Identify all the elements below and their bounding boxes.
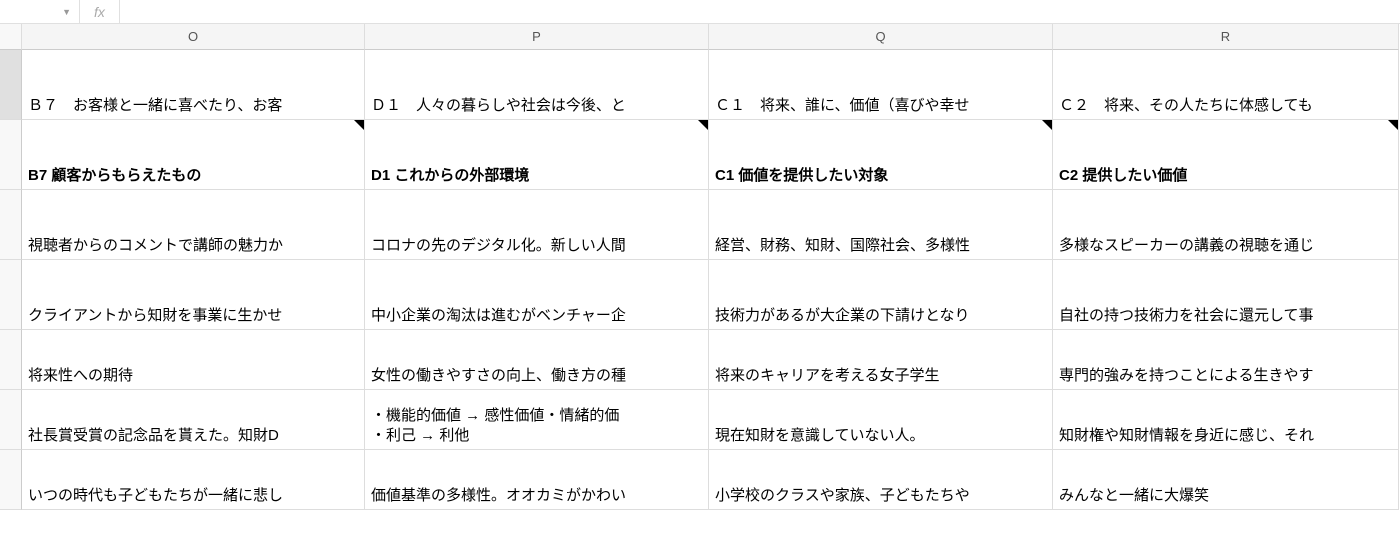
- cell[interactable]: クライアントから知財を事業に生かせ: [22, 260, 365, 330]
- cell[interactable]: 将来性への期待: [22, 330, 365, 390]
- cell-text: D1 これからの外部環境: [371, 164, 529, 185]
- cell-text: Ｃ２ 将来、その人たちに体感しても: [1059, 94, 1313, 115]
- cell[interactable]: 現在知財を意識していない人。: [709, 390, 1053, 450]
- cell-text: 女性の働きやすさの向上、働き方の種: [371, 364, 626, 385]
- cell[interactable]: 専門的強みを持つことによる生きやす: [1053, 330, 1399, 390]
- row-header[interactable]: [0, 330, 22, 390]
- cell-text: 技術力があるが大企業の下請けとなり: [715, 304, 970, 325]
- cell-text: 現在知財を意識していない人。: [715, 424, 925, 445]
- cell-text: 中小企業の淘汰は進むがベンチャー企: [371, 304, 626, 325]
- spreadsheet-grid[interactable]: O P Q R Ｂ７ お客様と一緒に喜べたり、お客 Ｄ１ 人々の暮らしや社会は今後…: [0, 24, 1400, 510]
- cell[interactable]: 視聴者からのコメントで講師の魅力か: [22, 190, 365, 260]
- cell-text: 小学校のクラスや家族、子どもたちや: [715, 484, 970, 505]
- cell[interactable]: 価値基準の多様性。オオカミがかわい: [365, 450, 709, 510]
- cell-text: ・機能的価値 → 感性価値・情緒的価・利己 → 利他: [371, 406, 619, 445]
- cell[interactable]: 女性の働きやすさの向上、働き方の種: [365, 330, 709, 390]
- cell[interactable]: 知財権や知財情報を身近に感じ、それ: [1053, 390, 1399, 450]
- formula-bar: ▼ fx: [0, 0, 1400, 24]
- cell[interactable]: いつの時代も子どもたちが一緒に悲し: [22, 450, 365, 510]
- select-all-corner[interactable]: [0, 24, 22, 50]
- cell-text: 将来のキャリアを考える女子学生: [715, 364, 940, 385]
- cell[interactable]: ・機能的価値 → 感性価値・情緒的価・利己 → 利他: [365, 390, 709, 450]
- cell-text: Ｃ１ 将来、誰に、価値（喜びや幸せ: [715, 94, 970, 115]
- cell-text: 自社の持つ技術力を社会に還元して事: [1059, 304, 1314, 325]
- cell-text: 専門的強みを持つことによる生きやす: [1059, 364, 1314, 385]
- cell[interactable]: C2 提供したい価値: [1053, 120, 1399, 190]
- cell[interactable]: C1 価値を提供したい対象: [709, 120, 1053, 190]
- note-indicator-icon[interactable]: [1388, 120, 1398, 130]
- cell[interactable]: Ｄ１ 人々の暮らしや社会は今後、と: [365, 50, 709, 120]
- cell-text: 社長賞受賞の記念品を貰えた。知財D: [28, 424, 279, 445]
- column-header[interactable]: P: [365, 24, 709, 50]
- cell[interactable]: 自社の持つ技術力を社会に還元して事: [1053, 260, 1399, 330]
- name-box[interactable]: ▼: [0, 0, 80, 23]
- cell-text: 多様なスピーカーの講義の視聴を通じ: [1059, 234, 1314, 255]
- cell[interactable]: 中小企業の淘汰は進むがベンチャー企: [365, 260, 709, 330]
- column-header[interactable]: Q: [709, 24, 1053, 50]
- cell[interactable]: D1 これからの外部環境: [365, 120, 709, 190]
- row-header[interactable]: [0, 260, 22, 330]
- cell[interactable]: コロナの先のデジタル化。新しい人間: [365, 190, 709, 260]
- cell[interactable]: Ｂ７ お客様と一緒に喜べたり、お客: [22, 50, 365, 120]
- cell[interactable]: Ｃ１ 将来、誰に、価値（喜びや幸せ: [709, 50, 1053, 120]
- cell-text: Ｂ７ お客様と一緒に喜べたり、お客: [28, 94, 282, 115]
- cell-text: みんなと一緒に大爆笑: [1059, 484, 1209, 505]
- note-indicator-icon[interactable]: [698, 120, 708, 130]
- column-header[interactable]: O: [22, 24, 365, 50]
- cell[interactable]: みんなと一緒に大爆笑: [1053, 450, 1399, 510]
- formula-input[interactable]: [120, 0, 1400, 23]
- row-header[interactable]: [0, 390, 22, 450]
- column-header[interactable]: R: [1053, 24, 1399, 50]
- cell-text: 視聴者からのコメントで講師の魅力か: [28, 234, 283, 255]
- fx-label: fx: [80, 0, 120, 23]
- row-header[interactable]: [0, 120, 22, 190]
- note-indicator-icon[interactable]: [354, 120, 364, 130]
- chevron-down-icon: ▼: [62, 7, 71, 17]
- cell-text: B7 顧客からもらえたもの: [28, 164, 201, 185]
- cell-text: コロナの先のデジタル化。新しい人間: [371, 234, 626, 255]
- cell-text: 知財権や知財情報を身近に感じ、それ: [1059, 424, 1314, 445]
- cell[interactable]: 技術力があるが大企業の下請けとなり: [709, 260, 1053, 330]
- row-header[interactable]: [0, 50, 22, 120]
- cell-text: C2 提供したい価値: [1059, 164, 1187, 185]
- cell-text: クライアントから知財を事業に生かせ: [28, 304, 282, 325]
- cell-text: C1 価値を提供したい対象: [715, 164, 888, 185]
- cell[interactable]: 小学校のクラスや家族、子どもたちや: [709, 450, 1053, 510]
- cell-text: 価値基準の多様性。オオカミがかわい: [371, 484, 626, 505]
- cell-text: 経営、財務、知財、国際社会、多様性: [715, 234, 970, 255]
- cell[interactable]: 社長賞受賞の記念品を貰えた。知財D: [22, 390, 365, 450]
- row-header[interactable]: [0, 190, 22, 260]
- cell[interactable]: 将来のキャリアを考える女子学生: [709, 330, 1053, 390]
- cell-text: Ｄ１ 人々の暮らしや社会は今後、と: [371, 94, 626, 115]
- cell[interactable]: 経営、財務、知財、国際社会、多様性: [709, 190, 1053, 260]
- note-indicator-icon[interactable]: [1042, 120, 1052, 130]
- cell[interactable]: 多様なスピーカーの講義の視聴を通じ: [1053, 190, 1399, 260]
- cell-text: いつの時代も子どもたちが一緒に悲し: [28, 484, 283, 505]
- row-header[interactable]: [0, 450, 22, 510]
- cell-text: 将来性への期待: [28, 364, 133, 385]
- cell[interactable]: B7 顧客からもらえたもの: [22, 120, 365, 190]
- cell[interactable]: Ｃ２ 将来、その人たちに体感しても: [1053, 50, 1399, 120]
